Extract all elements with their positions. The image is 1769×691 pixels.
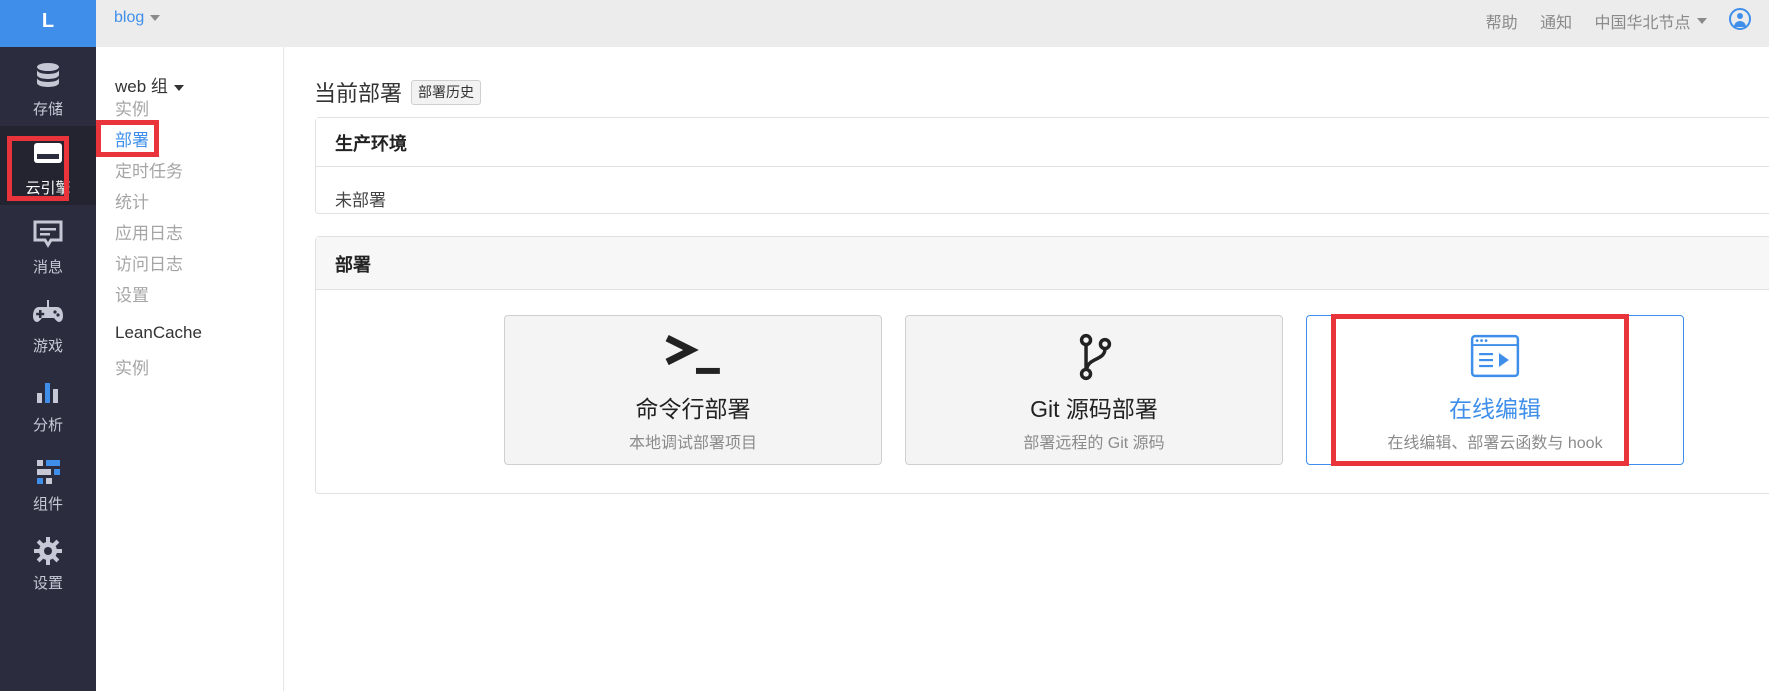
- region-label: 中国华北节点: [1594, 15, 1691, 32]
- online-editor-icon: [1470, 334, 1520, 378]
- env-panel-header: 生产环境: [316, 118, 1769, 167]
- subnav-item-access-logs[interactable]: 访问日志: [115, 250, 183, 275]
- app-name: blog: [114, 9, 145, 26]
- gear-icon: [34, 537, 62, 565]
- bar-chart-icon: [37, 383, 58, 403]
- subnav-item-instances[interactable]: 实例: [115, 95, 149, 120]
- chevron-down-icon: [150, 14, 161, 21]
- subnav-section-leancache: LeanCache: [115, 323, 202, 342]
- subnav-item-leancache-instances[interactable]: 实例: [115, 354, 149, 379]
- app-selector[interactable]: blog: [114, 9, 161, 27]
- subnav-item-app-logs[interactable]: 应用日志: [115, 219, 183, 244]
- page-title: 当前部署: [314, 81, 403, 106]
- chevron-down-icon: [1696, 18, 1707, 24]
- rail-label: 设置: [32, 575, 63, 592]
- top-links: 帮助 通知 中国华北节点: [1486, 8, 1769, 33]
- rail-item-components[interactable]: 组件: [0, 442, 96, 521]
- deploy-panel-title: 部署: [335, 255, 371, 275]
- subnav-item-cron[interactable]: 定时任务: [115, 157, 183, 182]
- rail-item-settings[interactable]: 设置: [0, 521, 96, 600]
- message-icon: [33, 220, 63, 248]
- deploy-panel: 部署 命令行部署 本地调试部署项目 Git 源码部署 部署远程的 Git 源码 …: [315, 236, 1769, 494]
- card-subtitle: 部署远程的 Git 源码: [1023, 435, 1165, 452]
- components-icon: [37, 460, 60, 484]
- app-logo[interactable]: L: [0, 0, 96, 47]
- secondary-nav: web 组 实例 部署 定时任务 统计 应用日志 访问日志 设置 LeanCac…: [96, 47, 284, 691]
- card-title: 命令行部署: [635, 396, 751, 422]
- subnav-item-deploy[interactable]: 部署: [115, 126, 149, 151]
- top-bar: blog 帮助 通知 中国华北节点: [96, 0, 1769, 47]
- region-selector[interactable]: 中国华北节点: [1595, 9, 1707, 33]
- cloud-engine-icon: [34, 143, 62, 163]
- rail-label: 云引擎: [25, 180, 71, 197]
- card-subtitle: 本地调试部署项目: [628, 435, 757, 452]
- deploy-history-button[interactable]: 部署历史: [411, 80, 481, 105]
- database-icon: [37, 63, 59, 87]
- git-branch-icon: [1079, 333, 1112, 381]
- terminal-icon: [665, 334, 720, 374]
- card-title: Git 源码部署: [1030, 396, 1158, 422]
- group-label: web 组: [115, 77, 168, 96]
- deploy-panel-header: 部署: [316, 237, 1769, 290]
- cli-deploy-card[interactable]: 命令行部署 本地调试部署项目: [504, 315, 882, 465]
- env-panel-title: 生产环境: [335, 134, 407, 154]
- subnav-item-stats[interactable]: 统计: [115, 188, 149, 213]
- main-nav-rail: L 存储 云引擎 消息 游戏 分析 组件 设置: [0, 0, 96, 691]
- rail-label: 分析: [32, 417, 63, 434]
- rail-label: 消息: [32, 259, 63, 276]
- gamepad-icon: [33, 300, 63, 322]
- card-subtitle: 在线编辑、部署云函数与 hook: [1387, 435, 1603, 452]
- chevron-down-icon: [173, 84, 184, 91]
- git-deploy-card[interactable]: Git 源码部署 部署远程的 Git 源码: [905, 315, 1283, 465]
- user-icon[interactable]: [1729, 8, 1751, 30]
- env-panel: 生产环境 未部署: [315, 117, 1769, 214]
- rail-item-cloud-engine[interactable]: 云引擎: [0, 126, 96, 205]
- online-edit-card[interactable]: 在线编辑 在线编辑、部署云函数与 hook: [1306, 315, 1684, 465]
- rail-label: 组件: [32, 496, 63, 513]
- rail-item-game[interactable]: 游戏: [0, 284, 96, 363]
- rail-item-analytics[interactable]: 分析: [0, 363, 96, 442]
- rail-label: 存储: [32, 101, 63, 118]
- rail-item-message[interactable]: 消息: [0, 205, 96, 284]
- rail-label: 游戏: [32, 338, 63, 355]
- subnav-item-settings[interactable]: 设置: [115, 281, 149, 306]
- group-selector[interactable]: web 组: [115, 72, 184, 97]
- help-link[interactable]: 帮助: [1486, 9, 1518, 33]
- notify-link[interactable]: 通知: [1540, 9, 1572, 33]
- deploy-status: 未部署: [335, 191, 386, 210]
- card-title: 在线编辑: [1449, 396, 1541, 422]
- main-content: 当前部署 部署历史 生产环境 未部署 部署 命令行部署 本地调试部署项目 Git…: [284, 47, 1769, 691]
- rail-item-storage[interactable]: 存储: [0, 47, 96, 126]
